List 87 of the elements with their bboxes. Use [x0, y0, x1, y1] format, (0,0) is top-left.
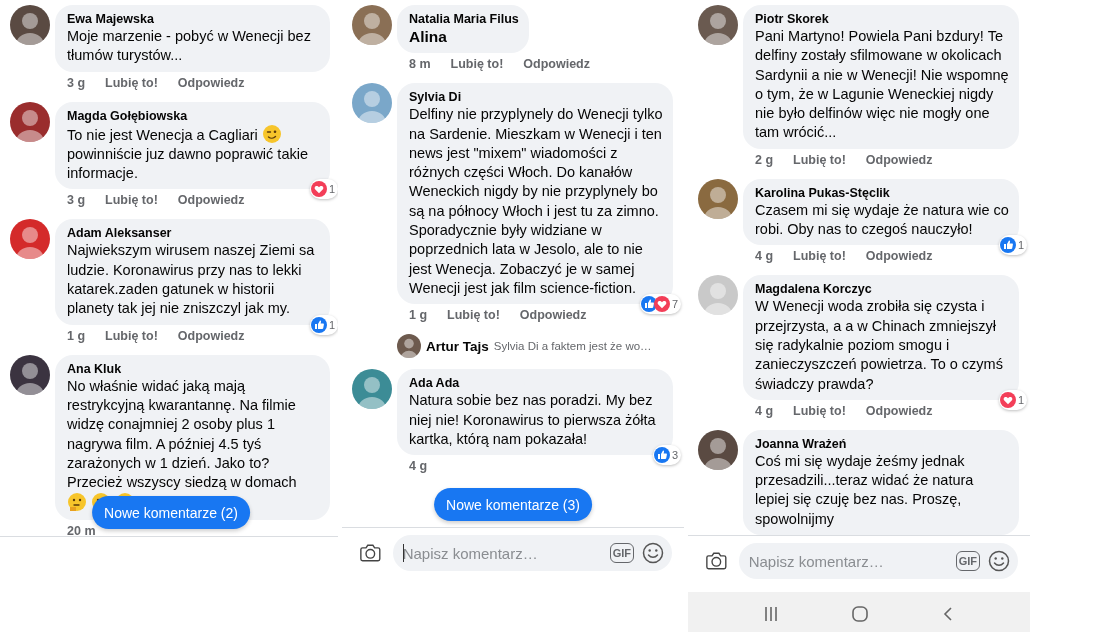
comment-text: Czasem mi się wydaje że natura wie co robi. Oby nas to czegoś nauczyło! — [755, 201, 1009, 238]
comment-text: Pani Martyno! Powiela Pani bzdury! Te delfiny zostały sfilmowane w okolicach Sardynii a nie w Wenecji! Nie wspomnę o tym, że w Lagunie Weneckiej nigdy nie było delfinów więc nie mogły one tam wrócić... — [755, 28, 1009, 141]
like-link[interactable]: Lubię to! — [793, 151, 846, 168]
avatar[interactable] — [397, 334, 421, 359]
comment-time: 3 g — [67, 192, 86, 209]
like-icon — [653, 447, 670, 464]
comment-author[interactable]: Karolina Pukas-Stęclik — [755, 184, 1009, 201]
camera-icon[interactable] — [360, 542, 381, 564]
like-link[interactable]: Lubię to! — [105, 327, 158, 344]
comment-author[interactable]: Natalia Maria Filus — [409, 11, 519, 27]
comment-field[interactable]: Napisz komentarz… GIF — [738, 543, 1018, 579]
gif-button[interactable]: GIF — [609, 543, 634, 563]
reply-link[interactable]: Odpowiedz — [177, 74, 245, 91]
reaction-count: 1 — [1017, 393, 1024, 406]
reaction-badge[interactable]: 1 — [998, 235, 1027, 256]
reply-link[interactable]: Odpowiedz — [177, 192, 245, 209]
reaction-badge[interactable]: 1 — [309, 179, 338, 200]
reaction-badge[interactable]: 3 — [652, 445, 681, 466]
comment-text: No właśnie widać jaką mają restrykcyjną kwarantannę. Na filmie widzę conajmniej 2 osoby plus 1 nagrywa film. A później 4.5 tyś zarażonych w 1 dzień. Jako to? Przecież wszyscy siedzą w domach — [67, 377, 297, 491]
reply-link[interactable]: Odpowiedz — [865, 402, 933, 419]
reaction-badge[interactable]: 1 — [309, 314, 338, 335]
home-icon[interactable] — [851, 605, 869, 623]
back-icon[interactable] — [941, 606, 954, 622]
smiley-icon[interactable] — [642, 542, 664, 564]
avatar[interactable] — [698, 5, 738, 45]
like-link[interactable]: Lubię to! — [793, 402, 846, 419]
comment-author[interactable]: Sylvia Di — [409, 89, 663, 106]
comment-author[interactable]: Piotr Skorek — [755, 11, 1009, 27]
reply-link[interactable]: Odpowiedz — [177, 327, 245, 344]
like-icon — [999, 237, 1016, 254]
comment-time: 3 g — [67, 74, 86, 91]
comment-author[interactable]: Joanna Wrażeń — [755, 435, 1009, 452]
comment-time: 1 g — [67, 327, 86, 344]
reaction-count: 1 — [328, 318, 335, 331]
like-link[interactable]: Lubię to! — [793, 248, 846, 265]
reply-preview-text[interactable]: Sylvia Di a faktem jest że wo… — [493, 340, 652, 353]
comment-field[interactable]: Napisz komentarz… GIF — [392, 535, 672, 571]
comment-author[interactable]: Magda Gołębiowska — [67, 107, 320, 124]
comment-text: Alina — [409, 28, 447, 45]
reaction-count: 3 — [671, 449, 678, 462]
comment-author[interactable]: Ana Kluk — [67, 360, 320, 377]
reply-link[interactable]: Odpowiedz — [865, 248, 933, 265]
avatar[interactable] — [10, 5, 50, 45]
like-link[interactable]: Lubię to! — [105, 192, 158, 209]
comment-time: 1 g — [409, 307, 428, 324]
comment-text: Delfiny nie przyplynely do Wenecji tylko na Sardenie. Mieszkam w Wenecji i ten news jest "mixem" wiadomości z różnych części Włoch. Do kanałów Weneckich nigdy by nie przyplynely bo są na północy Włoch i jest tu za zimno. Sporadycznie były widziane w poprzednich lata w Jesolo, ale to nie jest Wenecja. Zobaczyć je w samej Wenecji jest jak film science-fiction. — [409, 106, 663, 296]
new-comments-button[interactable]: Nowe komentarze (3) — [434, 488, 592, 521]
comment-author[interactable]: Ada Ada — [409, 375, 663, 392]
comment-author[interactable]: Ewa Majewska — [67, 11, 320, 27]
reply-author[interactable]: Artur Tajs — [426, 338, 489, 354]
recent-apps-icon[interactable] — [764, 606, 779, 622]
like-link[interactable]: Lubię to! — [450, 56, 504, 73]
reaction-count: 1 — [1017, 239, 1024, 252]
reaction-badge[interactable]: 7 — [639, 294, 681, 315]
comment-text: Natura sobie bez nas poradzi. My bez niej nie! Koronawirus to pierwsza żółta kartka, którą nam pokazała! — [409, 392, 656, 447]
like-icon — [640, 296, 657, 313]
comment-text: To nie jest Wenecja a Cagliari — [67, 126, 258, 143]
like-icon — [310, 316, 327, 333]
comment-text: W Wenecji woda zrobiła się czysta i przejrzysta, a a w Chinach zmniejszył się radykalnie poziom smogu i zanieczyszczeń powietrza. To o czymś świadczy prawda? — [755, 298, 1003, 392]
comment-time: 4 g — [409, 458, 428, 475]
gif-button[interactable]: GIF — [955, 551, 980, 571]
avatar[interactable] — [698, 429, 738, 470]
comment-text: Najwiekszym wirusem naszej Ziemi sa ludzie. Koronawirus przy nas to lekki katarek.zaden gatunek w historii planety tak jej nie zniszczyl jak my. — [67, 242, 315, 317]
emoji-icon — [67, 492, 87, 513]
comment-text: Coś mi się wydaje żeśmy jednak przesadzili...teraz widać że natura lepiej się czuję bez nas. Proszę, spowolnijmy — [755, 452, 974, 527]
reaction-count: 1 — [328, 183, 335, 196]
avatar[interactable] — [10, 354, 50, 395]
camera-icon[interactable] — [706, 550, 727, 572]
avatar[interactable] — [10, 101, 50, 142]
reaction-count: 7 — [671, 298, 678, 311]
comment-author[interactable]: Adam Aleksanser — [67, 225, 320, 242]
comment-time: 2 g — [755, 151, 774, 168]
reply-link[interactable]: Odpowiedz — [523, 56, 590, 73]
comment-text: powinniście juz dawno poprawić takie informacje. — [67, 145, 308, 182]
like-link[interactable]: Lubię to! — [447, 307, 500, 324]
comment-time: 4 g — [755, 402, 774, 419]
comment-text: Moje marzenie - pobyć w Wenecji bez tłumów turystów... — [67, 28, 311, 64]
comment-author[interactable]: Magdalena Korczyc — [755, 281, 1009, 298]
reply-link[interactable]: Odpowiedz — [519, 307, 587, 324]
smiley-icon[interactable] — [988, 550, 1010, 572]
comment-time: 8 m — [409, 56, 431, 73]
avatar[interactable] — [10, 219, 50, 260]
like-link[interactable]: Lubię to! — [105, 74, 158, 91]
comment-time: 4 g — [755, 248, 774, 265]
reaction-badge[interactable]: 1 — [998, 389, 1027, 410]
emoji-icon — [261, 123, 282, 144]
reply-link[interactable]: Odpowiedz — [865, 151, 933, 168]
